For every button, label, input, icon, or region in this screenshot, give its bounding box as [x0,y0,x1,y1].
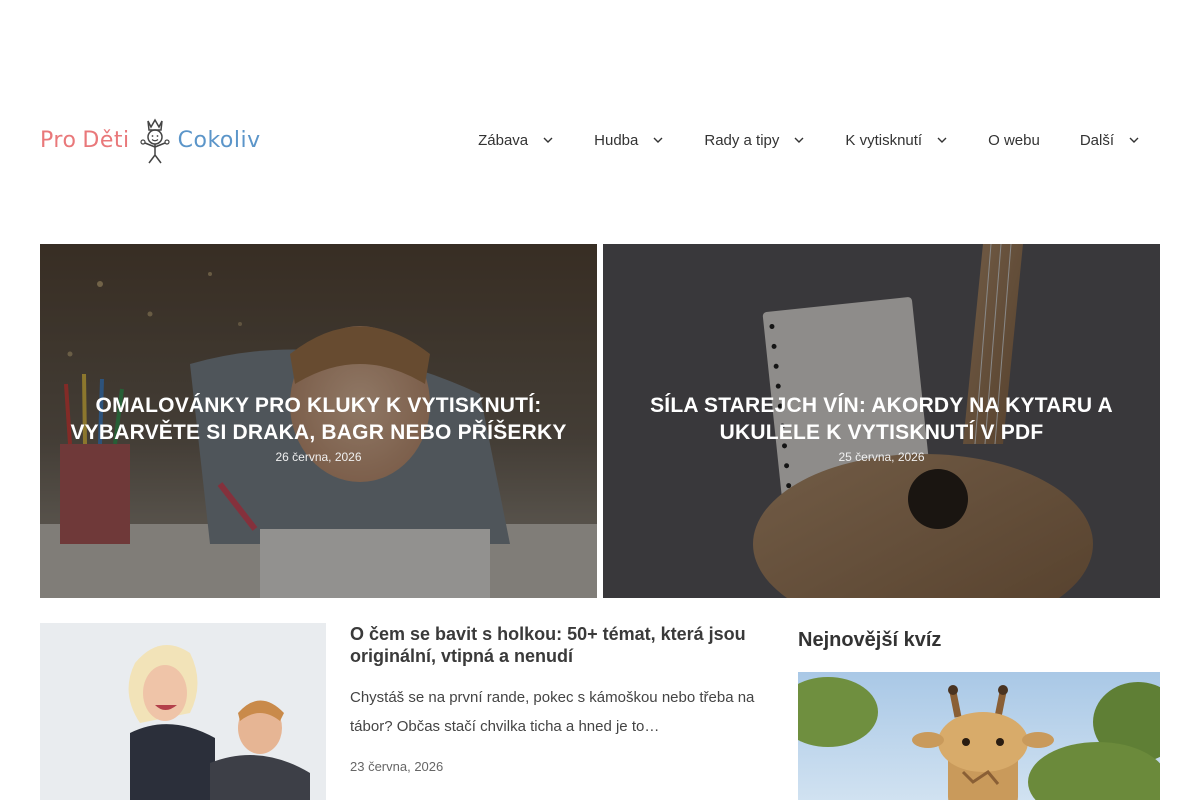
nav-item-zabava[interactable]: Zábava [458,118,574,162]
nav-item-label: Zábava [478,131,529,149]
logo-word-cokoliv: Cokoliv [177,127,261,153]
chevron-down-icon [936,134,948,146]
child-icon [140,118,170,164]
nav-item-rady-a-tipy[interactable]: Rady a tipy [684,118,825,162]
post-body: O čem se bavit s holkou: 50+ témat, kter… [350,623,770,774]
chevron-down-icon [1128,134,1140,146]
hero-title[interactable]: Síla starejch vín: Akordy na kytaru a uk… [621,392,1142,446]
hero-caption: Omalovánky pro kluky k vytisknutí: Vybar… [40,392,597,464]
main-nav: Zábava Hudba Rady a tipy K vytisknutí O … [458,118,1160,162]
chevron-down-icon [652,134,664,146]
post-image-couple [40,623,326,800]
post-date: 23 června, 2026 [350,759,444,774]
quiz-thumbnail[interactable] [798,672,1160,800]
chevron-down-icon [542,134,554,146]
nav-item-label: Rady a tipy [704,131,780,149]
nav-item-hudba[interactable]: Hudba [574,118,684,162]
nav-item-label: O webu [988,131,1040,149]
nav-item-label: Další [1079,131,1114,149]
nav-item-o-webu[interactable]: O webu [968,118,1060,162]
sidebar: Nejnovější kvíz [798,623,1160,800]
post-item: O čem se bavit s holkou: 50+ témat, kter… [40,623,770,800]
quiz-image-giraffe [798,672,1160,800]
hero-caption: Síla starejch vín: Akordy na kytaru a uk… [603,392,1160,464]
logo-word-deti: Děti [82,127,130,153]
post-excerpt: Chystáš se na první rande, pokec s kámoš… [350,689,755,735]
nav-item-label: K vytisknutí [845,131,923,149]
site-header: Pro Děti Cokoliv Zábava Hudba Rady a tip… [0,0,1200,244]
nav-item-k-vytisknuti[interactable]: K vytisknutí [825,118,968,162]
logo-word-pro: Pro [40,127,77,153]
widget-title-quiz: Nejnovější kvíz [798,629,942,651]
post-thumbnail[interactable] [40,623,326,800]
hero-date: 26 června, 2026 [275,450,362,464]
featured-posts: Omalovánky pro kluky k vytisknutí: Vybar… [40,244,1160,598]
site-logo[interactable]: Pro Děti Cokoliv [40,108,280,172]
chevron-down-icon [793,134,805,146]
hero-card-coloring[interactable]: Omalovánky pro kluky k vytisknutí: Vybar… [40,244,597,598]
hero-card-chords[interactable]: Síla starejch vín: Akordy na kytaru a uk… [603,244,1160,598]
nav-item-label: Hudba [594,131,639,149]
nav-item-dalsi[interactable]: Další [1060,118,1160,162]
hero-date: 25 června, 2026 [838,450,925,464]
hero-title[interactable]: Omalovánky pro kluky k vytisknutí: Vybar… [58,392,579,446]
post-title[interactable]: O čem se bavit s holkou: 50+ témat, kter… [350,623,770,667]
